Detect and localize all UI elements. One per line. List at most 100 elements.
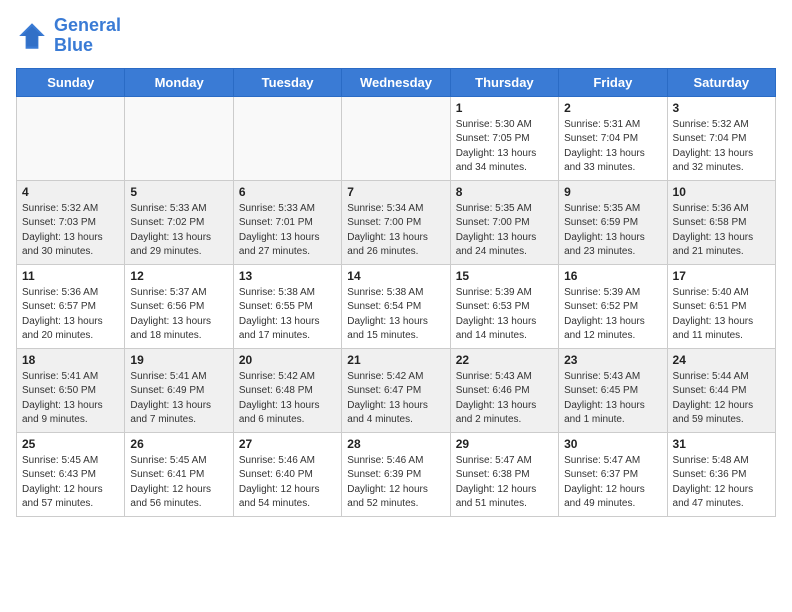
day-info: Sunrise: 5:43 AM Sunset: 6:46 PM Dayligh… — [456, 370, 553, 428]
day-info: Sunrise: 5:35 AM Sunset: 6:59 PM Dayligh… — [564, 202, 661, 260]
weekday-header-wednesday: Wednesday — [342, 68, 450, 96]
calendar-cell: 3 Sunrise: 5:32 AM Sunset: 7:04 PM Daylig… — [667, 96, 775, 180]
day-number: 29 — [456, 437, 553, 451]
day-number: 16 — [564, 269, 661, 283]
calendar-cell: 18 Sunrise: 5:41 AM Sunset: 6:50 PM Dayli… — [17, 348, 125, 432]
day-info: Sunrise: 5:45 AM Sunset: 6:41 PM Dayligh… — [130, 454, 227, 512]
calendar-cell — [17, 96, 125, 180]
day-info: Sunrise: 5:41 AM Sunset: 6:49 PM Dayligh… — [130, 370, 227, 428]
calendar-cell: 27 Sunrise: 5:46 AM Sunset: 6:40 PM Dayli… — [233, 432, 341, 516]
calendar-cell: 2 Sunrise: 5:31 AM Sunset: 7:04 PM Daylig… — [559, 96, 667, 180]
calendar-cell: 13Sunrise: 5:38 AM Sunset: 6:55 PM Dayli… — [233, 264, 341, 348]
day-info: Sunrise: 5:47 AM Sunset: 6:37 PM Dayligh… — [564, 454, 661, 512]
day-info: Sunrise: 5:32 AM Sunset: 7:04 PM Dayligh… — [673, 118, 770, 176]
day-number: 21 — [347, 353, 444, 367]
calendar-cell: 25 Sunrise: 5:45 AM Sunset: 6:43 PM Dayli… — [17, 432, 125, 516]
day-info: Sunrise: 5:38 AM Sunset: 6:55 PM Dayligh… — [239, 286, 336, 344]
day-info: Sunrise: 5:46 AM Sunset: 6:39 PM Dayligh… — [347, 454, 444, 512]
calendar-cell — [233, 96, 341, 180]
page-header: General Blue — [16, 16, 776, 56]
day-info: Sunrise: 5:38 AM Sunset: 6:54 PM Dayligh… — [347, 286, 444, 344]
day-number: 22 — [456, 353, 553, 367]
day-info: Sunrise: 5:32 AM Sunset: 7:03 PM Dayligh… — [22, 202, 119, 260]
calendar-cell: 8 Sunrise: 5:35 AM Sunset: 7:00 PM Daylig… — [450, 180, 558, 264]
day-number: 3 — [673, 101, 770, 115]
calendar-cell: 28Sunrise: 5:46 AM Sunset: 6:39 PM Dayli… — [342, 432, 450, 516]
calendar-cell: 20 Sunrise: 5:42 AM Sunset: 6:48 PM Dayli… — [233, 348, 341, 432]
calendar-cell: 24 Sunrise: 5:44 AM Sunset: 6:44 PM Dayli… — [667, 348, 775, 432]
day-info: Sunrise: 5:41 AM Sunset: 6:50 PM Dayligh… — [22, 370, 119, 428]
calendar-table: SundayMondayTuesdayWednesdayThursdayFrid… — [16, 68, 776, 517]
calendar-cell: 31Sunrise: 5:48 AM Sunset: 6:36 PM Dayli… — [667, 432, 775, 516]
calendar-cell: 19 Sunrise: 5:41 AM Sunset: 6:49 PM Dayli… — [125, 348, 233, 432]
calendar-cell: 7 Sunrise: 5:34 AM Sunset: 7:00 PM Daylig… — [342, 180, 450, 264]
day-number: 20 — [239, 353, 336, 367]
day-info: Sunrise: 5:39 AM Sunset: 6:53 PM Dayligh… — [456, 286, 553, 344]
calendar-cell: 12 Sunrise: 5:37 AM Sunset: 6:56 PM Dayli… — [125, 264, 233, 348]
day-info: Sunrise: 5:33 AM Sunset: 7:01 PM Dayligh… — [239, 202, 336, 260]
day-number: 18 — [22, 353, 119, 367]
logo-icon — [16, 20, 48, 52]
day-info: Sunrise: 5:36 AM Sunset: 6:57 PM Dayligh… — [22, 286, 119, 344]
day-info: Sunrise: 5:33 AM Sunset: 7:02 PM Dayligh… — [130, 202, 227, 260]
day-number: 11 — [22, 269, 119, 283]
day-info: Sunrise: 5:44 AM Sunset: 6:44 PM Dayligh… — [673, 370, 770, 428]
day-number: 25 — [22, 437, 119, 451]
logo-general: General — [54, 15, 121, 35]
day-number: 7 — [347, 185, 444, 199]
weekday-header-row: SundayMondayTuesdayWednesdayThursdayFrid… — [17, 68, 776, 96]
calendar-cell: 30 Sunrise: 5:47 AM Sunset: 6:37 PM Dayli… — [559, 432, 667, 516]
calendar-row-4: 25 Sunrise: 5:45 AM Sunset: 6:43 PM Dayli… — [17, 432, 776, 516]
logo: General Blue — [16, 16, 121, 56]
calendar-cell: 23Sunrise: 5:43 AM Sunset: 6:45 PM Dayli… — [559, 348, 667, 432]
day-number: 17 — [673, 269, 770, 283]
day-info: Sunrise: 5:34 AM Sunset: 7:00 PM Dayligh… — [347, 202, 444, 260]
day-info: Sunrise: 5:40 AM Sunset: 6:51 PM Dayligh… — [673, 286, 770, 344]
day-number: 12 — [130, 269, 227, 283]
day-info: Sunrise: 5:47 AM Sunset: 6:38 PM Dayligh… — [456, 454, 553, 512]
weekday-header-monday: Monday — [125, 68, 233, 96]
day-info: Sunrise: 5:31 AM Sunset: 7:04 PM Dayligh… — [564, 118, 661, 176]
calendar-cell: 5 Sunrise: 5:33 AM Sunset: 7:02 PM Daylig… — [125, 180, 233, 264]
day-number: 8 — [456, 185, 553, 199]
day-number: 14 — [347, 269, 444, 283]
day-number: 19 — [130, 353, 227, 367]
logo-text: General Blue — [54, 16, 121, 56]
day-number: 31 — [673, 437, 770, 451]
day-info: Sunrise: 5:35 AM Sunset: 7:00 PM Dayligh… — [456, 202, 553, 260]
calendar-cell: 14 Sunrise: 5:38 AM Sunset: 6:54 PM Dayli… — [342, 264, 450, 348]
weekday-header-saturday: Saturday — [667, 68, 775, 96]
day-number: 6 — [239, 185, 336, 199]
day-info: Sunrise: 5:37 AM Sunset: 6:56 PM Dayligh… — [130, 286, 227, 344]
calendar-cell: 22 Sunrise: 5:43 AM Sunset: 6:46 PM Dayli… — [450, 348, 558, 432]
calendar-cell: 16Sunrise: 5:39 AM Sunset: 6:52 PM Dayli… — [559, 264, 667, 348]
weekday-header-sunday: Sunday — [17, 68, 125, 96]
day-info: Sunrise: 5:42 AM Sunset: 6:47 PM Dayligh… — [347, 370, 444, 428]
day-number: 15 — [456, 269, 553, 283]
day-number: 30 — [564, 437, 661, 451]
day-info: Sunrise: 5:30 AM Sunset: 7:05 PM Dayligh… — [456, 118, 553, 176]
calendar-row-2: 11 Sunrise: 5:36 AM Sunset: 6:57 PM Dayli… — [17, 264, 776, 348]
weekday-header-tuesday: Tuesday — [233, 68, 341, 96]
calendar-cell: 4 Sunrise: 5:32 AM Sunset: 7:03 PM Daylig… — [17, 180, 125, 264]
day-info: Sunrise: 5:36 AM Sunset: 6:58 PM Dayligh… — [673, 202, 770, 260]
calendar-row-3: 18 Sunrise: 5:41 AM Sunset: 6:50 PM Dayli… — [17, 348, 776, 432]
calendar-cell: 10 Sunrise: 5:36 AM Sunset: 6:58 PM Dayli… — [667, 180, 775, 264]
day-number: 9 — [564, 185, 661, 199]
weekday-header-thursday: Thursday — [450, 68, 558, 96]
day-number: 23 — [564, 353, 661, 367]
day-info: Sunrise: 5:46 AM Sunset: 6:40 PM Dayligh… — [239, 454, 336, 512]
calendar-row-0: 1Sunrise: 5:30 AM Sunset: 7:05 PM Daylig… — [17, 96, 776, 180]
day-number: 24 — [673, 353, 770, 367]
day-number: 27 — [239, 437, 336, 451]
calendar-cell: 11 Sunrise: 5:36 AM Sunset: 6:57 PM Dayli… — [17, 264, 125, 348]
day-number: 2 — [564, 101, 661, 115]
day-number: 4 — [22, 185, 119, 199]
day-number: 5 — [130, 185, 227, 199]
calendar-cell: 1Sunrise: 5:30 AM Sunset: 7:05 PM Daylig… — [450, 96, 558, 180]
calendar-cell: 29 Sunrise: 5:47 AM Sunset: 6:38 PM Dayli… — [450, 432, 558, 516]
day-number: 10 — [673, 185, 770, 199]
day-info: Sunrise: 5:42 AM Sunset: 6:48 PM Dayligh… — [239, 370, 336, 428]
calendar-cell — [125, 96, 233, 180]
day-info: Sunrise: 5:45 AM Sunset: 6:43 PM Dayligh… — [22, 454, 119, 512]
